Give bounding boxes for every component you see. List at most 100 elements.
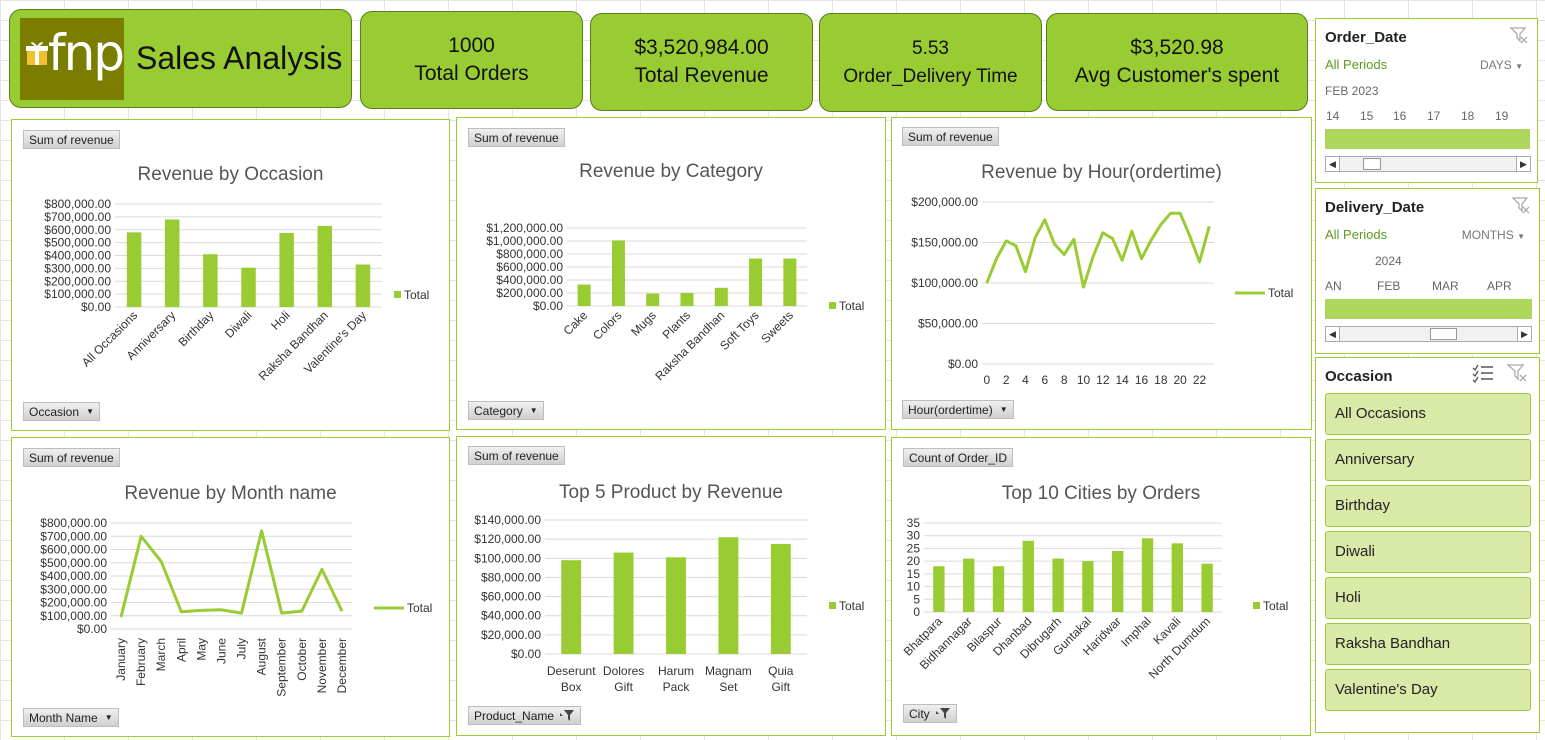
- series-line: [119, 529, 344, 618]
- axis-field-button[interactable]: City: [903, 704, 957, 723]
- bar: [1082, 561, 1094, 612]
- timeline-selection-bar[interactable]: [1325, 299, 1532, 319]
- chart-panel-hour: Sum of revenue Revenue by Hour(ordertime…: [891, 117, 1312, 430]
- slicer-item-raksha-bandhan[interactable]: Raksha Bandhan: [1325, 623, 1531, 665]
- clear-filter-icon[interactable]: [1511, 196, 1531, 219]
- timeline-tick: 18: [1461, 109, 1475, 123]
- axis-field-button[interactable]: Occasion ▼: [23, 402, 101, 421]
- logo-text: fnp: [48, 23, 125, 82]
- x-tick-label: July: [235, 638, 249, 659]
- y-tick-label: 35: [907, 516, 921, 530]
- axis-field-label: Hour(ordertime): [908, 403, 993, 417]
- kpi-label: Order_Delivery Time: [843, 65, 1018, 87]
- bar: [1201, 563, 1213, 612]
- y-tick-label: $800,000.00: [40, 516, 107, 530]
- bar: [203, 254, 218, 307]
- bar: [749, 258, 763, 306]
- axis-field-label: City: [909, 707, 930, 721]
- y-tick-label: 0: [913, 605, 920, 619]
- slicer-item-holi[interactable]: Holi: [1325, 577, 1531, 619]
- y-tick-label: $60,000.00: [481, 590, 541, 604]
- axis-field-button[interactable]: Category ▼: [468, 401, 544, 420]
- scroll-right-icon[interactable]: ▶: [1516, 157, 1530, 171]
- x-tick-label: 0: [983, 373, 990, 387]
- bar: [126, 232, 142, 307]
- y-tick-label: $600,000.00: [496, 260, 563, 274]
- bar: [1052, 558, 1064, 612]
- clear-filter-icon[interactable]: [1509, 26, 1529, 49]
- bar: [355, 264, 371, 307]
- y-tick-label: $0.00: [81, 300, 111, 314]
- all-periods-link[interactable]: All Periods: [1325, 57, 1387, 72]
- time-level-dropdown[interactable]: MONTHS ▼: [1462, 228, 1525, 242]
- x-tick-label: Magnam Set: [705, 664, 752, 694]
- scroll-left-icon[interactable]: ◀: [1326, 157, 1340, 171]
- slicer-item-valentines-day[interactable]: Valentine's Day: [1325, 669, 1531, 711]
- y-tick-label: $800,000.00: [44, 197, 111, 211]
- scroll-left-icon[interactable]: ◀: [1326, 327, 1340, 341]
- slicer-item-anniversary[interactable]: Anniversary: [1325, 439, 1531, 481]
- timeline-tick: APR: [1487, 279, 1512, 293]
- fnp-logo: fnp: [20, 17, 125, 100]
- axis-field-label: Product_Name: [474, 709, 555, 723]
- timeline-tick: 16: [1393, 109, 1407, 123]
- axis-field-button[interactable]: Hour(ordertime) ▼: [902, 400, 1014, 419]
- kpi-value: $3,520.98: [1130, 36, 1224, 59]
- x-tick-label: February: [134, 638, 148, 686]
- legend-label: Total: [1268, 286, 1293, 300]
- y-tick-label: $0.00: [948, 357, 978, 371]
- timeline-tick: 19: [1495, 109, 1509, 123]
- clear-filter-icon[interactable]: [1506, 363, 1528, 388]
- slicer-occasion: Occasion All Occasions Anniversary Birth…: [1315, 357, 1540, 733]
- y-tick-label: 25: [907, 541, 921, 555]
- timeline-scrollbar[interactable]: ◀ ▶: [1325, 326, 1532, 342]
- axis-field-button[interactable]: Product_Name: [468, 706, 582, 726]
- y-tick-label: $1,000,000.00: [486, 234, 563, 248]
- x-tick-label: Quia Gift: [768, 664, 794, 694]
- scroll-thumb[interactable]: [1363, 158, 1381, 170]
- y-tick-label: $200,000.00: [911, 195, 978, 209]
- scroll-right-icon[interactable]: ▶: [1517, 327, 1531, 341]
- x-tick-label: 14: [1115, 373, 1129, 387]
- bar: [963, 558, 975, 612]
- dropdown-arrow-icon: ▼: [529, 406, 538, 415]
- dropdown-arrow-icon: ▼: [1515, 62, 1523, 71]
- x-tick-label: October: [295, 638, 309, 681]
- timeline-order-date[interactable]: Order_Date All Periods DAYS ▼ FEB 2023 1…: [1315, 18, 1538, 183]
- bar: [992, 566, 1005, 612]
- slicer-item-diwali[interactable]: Diwali: [1325, 531, 1531, 573]
- filter-icon: [560, 709, 576, 726]
- dropdown-arrow-icon: ▼: [1517, 232, 1525, 241]
- legend-label: Total: [839, 299, 864, 313]
- y-tick-label: $800,000.00: [496, 247, 563, 261]
- all-periods-link[interactable]: All Periods: [1325, 227, 1387, 242]
- slicer-item-birthday[interactable]: Birthday: [1325, 485, 1531, 527]
- scroll-thumb[interactable]: [1430, 328, 1457, 340]
- bar: [770, 543, 791, 654]
- legend-label: Total: [407, 601, 432, 615]
- x-tick-label: March: [154, 638, 168, 671]
- kpi-value: 5.53: [912, 37, 949, 59]
- timeline-delivery-date[interactable]: Delivery_Date All Periods MONTHS ▼ 2024 …: [1315, 188, 1540, 354]
- time-level-dropdown[interactable]: DAYS ▼: [1480, 58, 1523, 72]
- y-tick-label: 10: [907, 580, 921, 594]
- time-level-label: DAYS: [1479, 58, 1512, 72]
- dashboard-title: Sales Analysis: [136, 40, 343, 76]
- timeline-selection-bar[interactable]: [1325, 129, 1530, 149]
- kpi-label: Avg Customer's spent: [1074, 64, 1280, 87]
- timeline-scrollbar[interactable]: ◀ ▶: [1325, 156, 1531, 172]
- y-tick-label: $0.00: [511, 647, 541, 661]
- y-tick-label: $200,000.00: [40, 596, 107, 610]
- dropdown-arrow-icon: ▼: [86, 407, 95, 416]
- x-tick-label: Dolores Gift: [603, 664, 644, 694]
- slicer-item-all-occasions[interactable]: All Occasions: [1325, 393, 1531, 435]
- chart-occasion: $0.00$100,000.00$200,000.00$300,000.00$4…: [44, 197, 429, 383]
- x-tick-label: September: [275, 638, 289, 697]
- bar: [279, 232, 294, 307]
- axis-field-button[interactable]: Month Name ▼: [23, 708, 119, 727]
- timeline-tick: 15: [1360, 109, 1374, 123]
- bar: [1112, 550, 1124, 612]
- y-tick-label: $700,000.00: [44, 210, 111, 224]
- multi-select-icon[interactable]: [1472, 363, 1494, 388]
- x-tick-label: May: [194, 638, 208, 661]
